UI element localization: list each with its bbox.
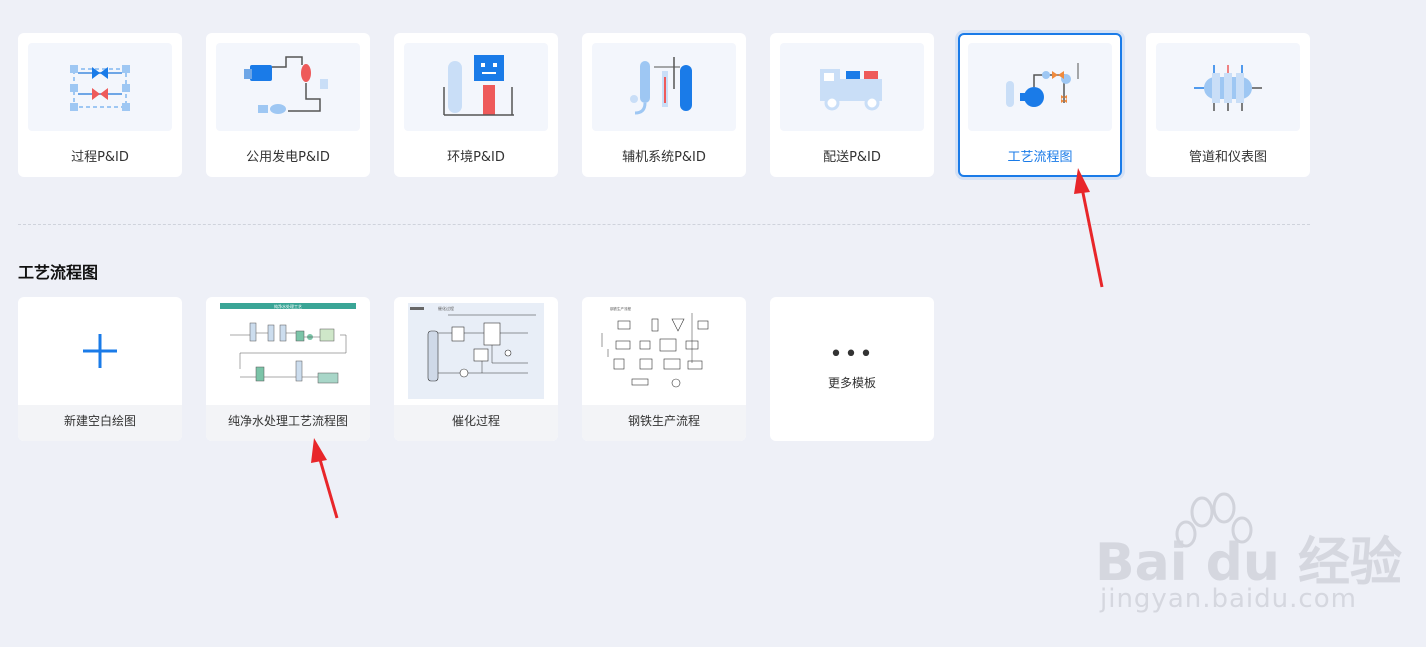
template-label: 催化过程 bbox=[394, 405, 558, 441]
category-label: 公用发电P&ID bbox=[246, 150, 330, 165]
preview-title: 纯净水处理工艺 bbox=[274, 303, 302, 309]
category-power-generation-pid[interactable]: 公用发电P&ID bbox=[206, 33, 370, 177]
environment-icon bbox=[404, 43, 548, 131]
category-label: 环境P&ID bbox=[447, 150, 505, 165]
more-dots-icon: ••• bbox=[829, 342, 875, 367]
category-auxiliary-system-pid[interactable]: 辅机系统P&ID bbox=[582, 33, 746, 177]
auxiliary-system-icon bbox=[592, 43, 736, 131]
template-preview: 钢铁生产流程 bbox=[582, 297, 746, 405]
category-label: 辅机系统P&ID bbox=[622, 150, 706, 165]
template-preview: 催化过程 bbox=[394, 297, 558, 405]
new-blank-drawing-card[interactable]: 新建空白绘图 bbox=[18, 297, 182, 441]
section-divider bbox=[18, 224, 1310, 225]
category-process-flow-diagram[interactable]: 工艺流程图 bbox=[958, 33, 1122, 177]
preview-title: 催化过程 bbox=[438, 305, 454, 311]
more-templates-label: 更多模板 bbox=[827, 376, 876, 390]
watermark-url: jingyan.baidu.com bbox=[1100, 584, 1357, 614]
section-title: 工艺流程图 bbox=[18, 263, 99, 282]
template-label: 纯净水处理工艺流程图 bbox=[206, 405, 370, 441]
category-label: 工艺流程图 bbox=[1007, 150, 1073, 165]
power-generation-icon bbox=[216, 43, 360, 131]
template-label: 新建空白绘图 bbox=[18, 405, 182, 441]
template-preview: 纯净水处理工艺 bbox=[206, 297, 370, 405]
arrow-to-selected-category bbox=[1074, 168, 1104, 288]
category-label: 管道和仪表图 bbox=[1188, 150, 1267, 165]
template-steel-production[interactable]: 钢铁生产流程 钢铁生产流程 bbox=[582, 297, 746, 441]
delivery-truck-icon bbox=[780, 43, 924, 131]
process-flow-icon bbox=[968, 43, 1112, 131]
piping-instrument-icon bbox=[1156, 43, 1300, 131]
template-catalytic-process[interactable]: 催化过程 催化过程 bbox=[394, 297, 558, 441]
arrow-to-pure-water-template bbox=[311, 438, 339, 519]
category-label: 配送P&ID bbox=[823, 150, 881, 165]
plus-icon bbox=[18, 297, 182, 405]
category-label: 过程P&ID bbox=[71, 150, 129, 165]
category-delivery-pid[interactable]: 配送P&ID bbox=[770, 33, 934, 177]
template-pure-water-treatment[interactable]: 纯净水处理工艺 纯净水处理工艺流程图 bbox=[206, 297, 370, 441]
process-pid-icon bbox=[28, 43, 172, 131]
preview-title: 钢铁生产流程 bbox=[610, 306, 631, 311]
template-label: 钢铁生产流程 bbox=[582, 405, 746, 441]
category-environment-pid[interactable]: 环境P&ID bbox=[394, 33, 558, 177]
category-process-pid[interactable]: 过程P&ID bbox=[18, 33, 182, 177]
more-templates-card[interactable]: ••• 更多模板 bbox=[770, 297, 934, 441]
category-piping-instrument-diagram[interactable]: 管道和仪表图 bbox=[1146, 33, 1310, 177]
